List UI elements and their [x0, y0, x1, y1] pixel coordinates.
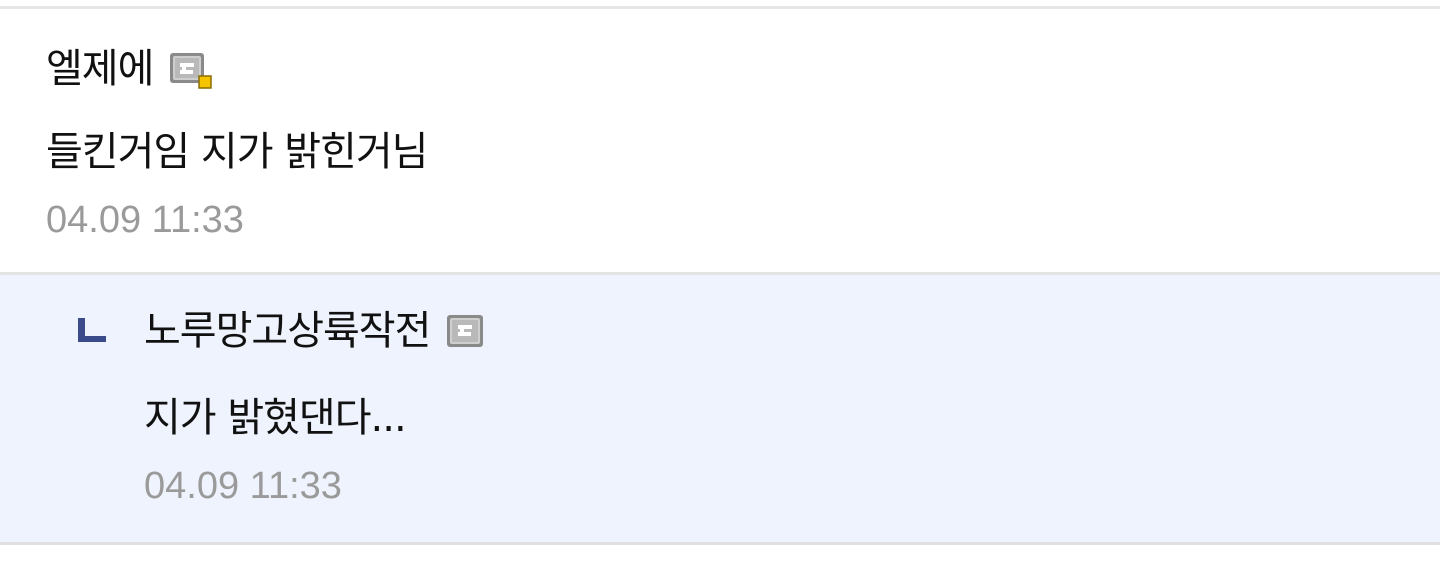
gallery-member-icon — [169, 52, 213, 89]
reply-author-name[interactable]: 노루망고상륙작전 — [144, 305, 431, 357]
comment-author-row: 엘제에 — [46, 43, 213, 95]
comment-body: 들킨거임 지가 밝힌거님 — [46, 129, 428, 175]
bottom-divider — [0, 542, 1440, 545]
reply-author-row: 노루망고상륙작전 — [144, 305, 484, 357]
comment-author-name[interactable]: 엘제에 — [46, 43, 154, 95]
comment-item: 엘제에 들킨거임 지가 밝힌거님 04.09 11:33 — [0, 9, 1440, 274]
reply-arrow-icon — [78, 318, 108, 344]
comment-timestamp: 04.09 11:33 — [46, 199, 244, 241]
gallery-member-icon — [446, 314, 484, 348]
reply-timestamp: 04.09 11:33 — [144, 465, 342, 507]
reply-body: 지가 밝혔댄다... — [144, 395, 407, 441]
reply-item: 노루망고상륙작전 지가 밝혔댄다... 04.09 11:33 — [0, 275, 1440, 542]
